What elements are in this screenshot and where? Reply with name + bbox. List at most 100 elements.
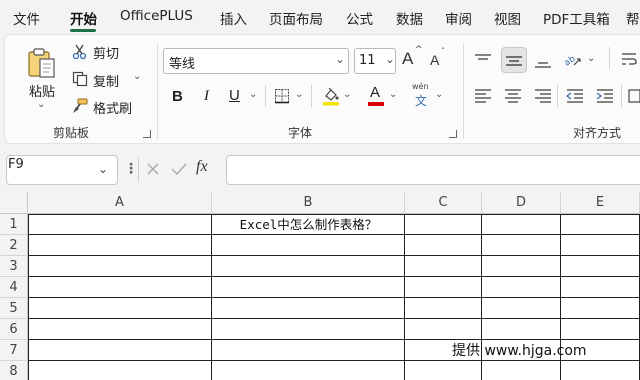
align-right-icon[interactable]: [533, 87, 553, 105]
copy-dropdown-chevron-icon[interactable]: ⌄: [133, 71, 141, 82]
more-options-icon[interactable]: ⋮: [124, 161, 138, 177]
tab-page-layout[interactable]: 页面布局: [269, 8, 323, 28]
cancel-icon[interactable]: [144, 160, 162, 178]
tab-insert[interactable]: 插入: [220, 8, 247, 28]
cell-a4[interactable]: [28, 277, 212, 298]
copy-button[interactable]: 复制: [93, 71, 119, 90]
format-painter-button[interactable]: 格式刷: [93, 98, 132, 117]
tab-data[interactable]: 数据: [396, 8, 423, 28]
paste-icon[interactable]: [25, 45, 59, 81]
column-header-c[interactable]: C: [405, 192, 482, 214]
cell-e5[interactable]: [561, 298, 640, 319]
wrap-text-icon[interactable]: [619, 49, 639, 69]
font-color-icon[interactable]: A: [370, 84, 380, 101]
cell-d3[interactable]: [482, 256, 561, 277]
row-header-8[interactable]: 8: [0, 361, 28, 380]
tab-file[interactable]: 文件: [13, 8, 40, 28]
row-header-3[interactable]: 3: [0, 256, 28, 277]
cell-d6[interactable]: [482, 319, 561, 340]
increase-indent-icon[interactable]: [595, 87, 615, 105]
phonetic-guide-icon[interactable]: 文: [415, 92, 427, 109]
underline-button[interactable]: U: [229, 87, 240, 104]
cell-c3[interactable]: [405, 256, 482, 277]
cell-c8[interactable]: [405, 361, 482, 380]
cell-e3[interactable]: [561, 256, 640, 277]
cell-c1[interactable]: [405, 214, 482, 235]
tab-formulas[interactable]: 公式: [346, 8, 373, 28]
cell-d4[interactable]: [482, 277, 561, 298]
cell-a5[interactable]: [28, 298, 212, 319]
cell-c4[interactable]: [405, 277, 482, 298]
cell-b8[interactable]: [212, 361, 405, 380]
cell-c2[interactable]: [405, 235, 482, 256]
decrease-indent-icon[interactable]: [565, 87, 585, 105]
tab-pdf-tools[interactable]: PDF工具箱: [543, 8, 610, 28]
row-header-4[interactable]: 4: [0, 277, 28, 298]
orientation-icon[interactable]: ab: [561, 49, 583, 69]
cut-button[interactable]: 剪切: [93, 43, 119, 62]
borders-icon[interactable]: [273, 87, 291, 105]
underline-chevron-icon[interactable]: ⌄: [249, 89, 257, 100]
tab-review[interactable]: 审阅: [445, 8, 472, 28]
worksheet-grid[interactable]: A B C D E 1 2 3 4 5 6 7 8 Excel中怎么制作表格？ …: [0, 192, 640, 380]
align-center-icon[interactable]: [503, 87, 523, 105]
fill-color-icon[interactable]: [321, 85, 341, 107]
cell-c6[interactable]: [405, 319, 482, 340]
tab-help[interactable]: 帮: [626, 8, 640, 28]
row-header-7[interactable]: 7: [0, 340, 28, 361]
cell-d2[interactable]: [482, 235, 561, 256]
bold-button[interactable]: B: [172, 88, 183, 105]
cell-b5[interactable]: [212, 298, 405, 319]
insert-function-button[interactable]: fx: [196, 158, 208, 176]
cell-a3[interactable]: [28, 256, 212, 277]
cell-d5[interactable]: [482, 298, 561, 319]
row-header-2[interactable]: 2: [0, 235, 28, 256]
cell-a2[interactable]: [28, 235, 212, 256]
cell-b6[interactable]: [212, 319, 405, 340]
cell-a1[interactable]: [28, 214, 212, 235]
align-left-icon[interactable]: [473, 87, 493, 105]
tab-officeplus[interactable]: OfficePLUS: [120, 8, 193, 24]
orientation-chevron-icon[interactable]: ⌄: [587, 53, 595, 64]
cell-e6[interactable]: [561, 319, 640, 340]
fill-color-chevron-icon[interactable]: ⌄: [343, 89, 351, 100]
column-header-a[interactable]: A: [28, 192, 212, 214]
font-size-chevron-icon[interactable]: ⌄: [385, 52, 395, 66]
cell-b4[interactable]: [212, 277, 405, 298]
tab-home[interactable]: 开始: [70, 8, 97, 28]
align-top-icon[interactable]: [473, 51, 493, 69]
column-header-d[interactable]: D: [482, 192, 561, 214]
borders-chevron-icon[interactable]: ⌄: [295, 89, 303, 100]
font-launcher-icon[interactable]: [449, 130, 457, 138]
merge-center-icon[interactable]: [627, 87, 640, 105]
cell-a6[interactable]: [28, 319, 212, 340]
row-header-6[interactable]: 6: [0, 319, 28, 340]
phonetic-chevron-icon[interactable]: ⌄: [435, 89, 443, 100]
paste-dropdown-chevron-icon[interactable]: ⌄: [37, 99, 45, 110]
tab-view[interactable]: 视图: [494, 8, 521, 28]
align-bottom-icon[interactable]: [533, 53, 553, 71]
cell-b7[interactable]: [212, 340, 405, 361]
column-header-b[interactable]: B: [212, 192, 405, 214]
formula-input[interactable]: [226, 155, 640, 185]
cell-c5[interactable]: [405, 298, 482, 319]
select-all-corner[interactable]: [0, 192, 28, 214]
cell-b3[interactable]: [212, 256, 405, 277]
cell-e4[interactable]: [561, 277, 640, 298]
grow-font-icon[interactable]: A: [402, 49, 413, 69]
font-name-chevron-icon[interactable]: ⌄: [335, 52, 345, 66]
enter-check-icon[interactable]: [170, 160, 188, 178]
clipboard-launcher-icon[interactable]: [143, 130, 151, 138]
shrink-font-icon[interactable]: A: [430, 52, 439, 68]
cell-d1[interactable]: [482, 214, 561, 235]
row-header-5[interactable]: 5: [0, 298, 28, 319]
cell-a7[interactable]: [28, 340, 212, 361]
cell-b2[interactable]: [212, 235, 405, 256]
paste-button[interactable]: 粘贴: [29, 81, 55, 100]
cell-e1[interactable]: [561, 214, 640, 235]
name-box-chevron-icon[interactable]: ⌄: [98, 162, 108, 176]
font-color-chevron-icon[interactable]: ⌄: [389, 89, 397, 100]
cell-e8[interactable]: [561, 361, 640, 380]
cell-d8[interactable]: [482, 361, 561, 380]
cell-a8[interactable]: [28, 361, 212, 380]
